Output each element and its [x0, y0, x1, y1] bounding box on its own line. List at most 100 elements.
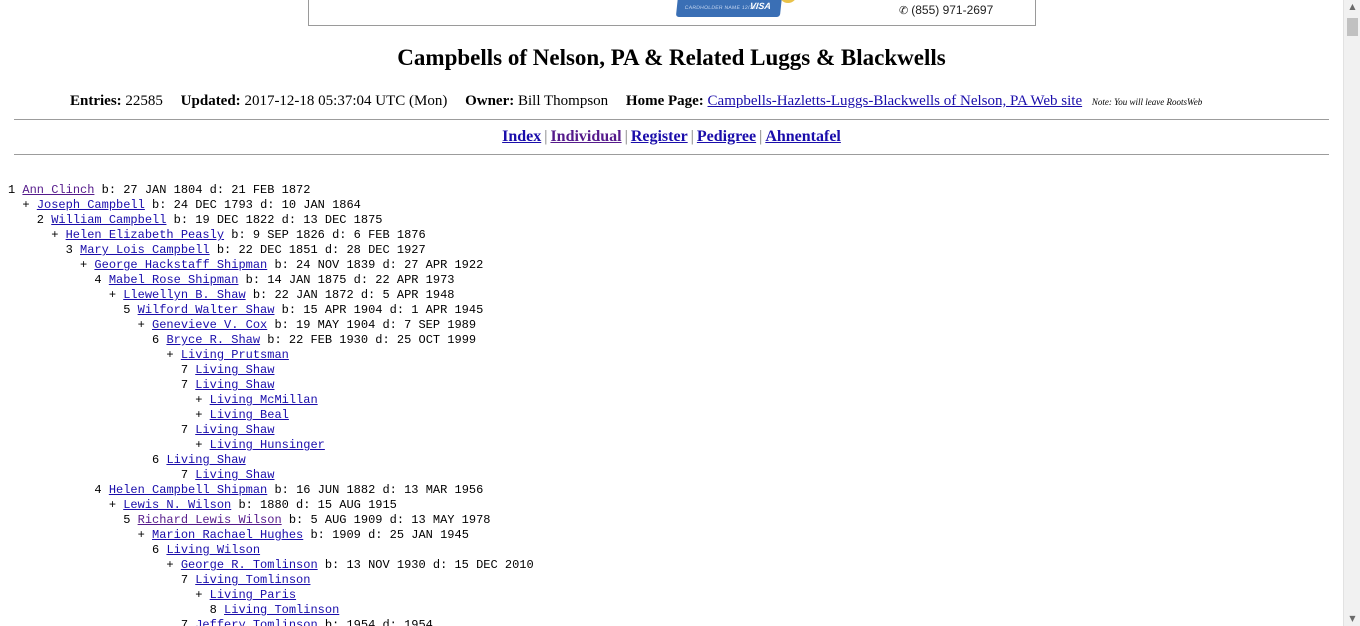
person-link[interactable]: Living Wilson: [166, 543, 260, 557]
nav-separator: |: [624, 128, 628, 145]
generation-marker: +: [8, 228, 66, 242]
scroll-down-arrow-icon[interactable]: ▼: [1344, 612, 1360, 626]
generation-marker: +: [8, 393, 210, 407]
person-link[interactable]: Bryce R. Shaw: [166, 333, 260, 347]
tree-row: 8 Living Tomlinson: [8, 603, 534, 618]
updated-value: 2017-12-18 05:37:04 UTC (Mon): [244, 93, 448, 109]
generation-marker: +: [8, 288, 124, 302]
homepage-link[interactable]: Campbells-Hazletts-Luggs-Blackwells of N…: [708, 93, 1083, 109]
person-link[interactable]: George R. Tomlinson: [181, 558, 318, 572]
tree-row: 1 Ann Clinch b: 27 JAN 1804 d: 21 FEB 18…: [8, 183, 534, 198]
generation-marker: 7: [8, 423, 196, 437]
person-link[interactable]: Living Shaw: [195, 423, 274, 437]
phone-text: (855) 971-2697: [911, 3, 994, 17]
tree-row: + Lewis N. Wilson b: 1880 d: 15 AUG 1915: [8, 498, 534, 513]
person-link[interactable]: Living Tomlinson: [224, 603, 339, 617]
page-viewport: CARDHOLDER NAME 12/23 VISA ✆ (855) 971-26…: [0, 0, 1343, 626]
person-link[interactable]: Helen Campbell Shipman: [109, 483, 267, 497]
person-link[interactable]: Helen Elizabeth Peasly: [66, 228, 224, 242]
tree-row: + George R. Tomlinson b: 13 NOV 1930 d: …: [8, 558, 533, 573]
divider-top: [14, 119, 1329, 120]
tree-row: 7 Living Shaw: [8, 363, 534, 378]
card-text: CARDHOLDER NAME 12/23: [684, 5, 757, 11]
person-link[interactable]: Living Shaw: [166, 453, 245, 467]
person-link[interactable]: Marion Rachael Hughes: [152, 528, 303, 542]
person-link[interactable]: Living Tomlinson: [195, 573, 310, 587]
generation-marker: 2: [8, 213, 52, 227]
life-dates: b: 22 JAN 1872 d: 5 APR 1948: [245, 288, 455, 302]
life-dates: b: 1880 d: 15 AUG 1915: [231, 498, 397, 512]
person-link[interactable]: William Campbell: [51, 213, 166, 227]
ad-banner[interactable]: CARDHOLDER NAME 12/23 VISA ✆ (855) 971-26…: [308, 0, 1036, 26]
person-link[interactable]: Living Prutsman: [181, 348, 289, 362]
tree-row: + Marion Rachael Hughes b: 1909 d: 25 JA…: [8, 528, 534, 543]
generation-marker: +: [8, 258, 95, 272]
generation-marker: +: [8, 438, 210, 452]
person-link[interactable]: Lewis N. Wilson: [123, 498, 231, 512]
tree-row: + Living Paris: [8, 588, 534, 603]
tree-row: + Genevieve V. Cox b: 19 MAY 1904 d: 7 S…: [8, 318, 534, 333]
person-link[interactable]: George Hackstaff Shipman: [94, 258, 267, 272]
person-link[interactable]: Living McMillan: [210, 393, 318, 407]
generation-marker: +: [8, 348, 181, 362]
person-link[interactable]: Genevieve V. Cox: [152, 318, 267, 332]
life-dates: b: 1954 d: 1954: [317, 618, 433, 626]
entries-value: 22585: [125, 93, 163, 109]
tree-row: 6 Living Shaw: [8, 453, 534, 468]
person-link[interactable]: Living Shaw: [195, 378, 274, 392]
tree-row: 4 Mabel Rose Shipman b: 14 JAN 1875 d: 2…: [8, 273, 534, 288]
credit-card-image: CARDHOLDER NAME 12/23 VISA: [675, 0, 783, 17]
tree-row: 7 Living Shaw: [8, 423, 534, 438]
person-link[interactable]: Llewellyn B. Shaw: [123, 288, 245, 302]
report-nav: Index | Individual | Register | Pedigree | Ahnen…: [0, 128, 1343, 146]
person-link[interactable]: Ann Clinch: [22, 183, 94, 197]
tree-row: + Living Hunsinger: [8, 438, 534, 453]
person-link[interactable]: Living Shaw: [195, 468, 274, 482]
vertical-scrollbar[interactable]: ▲ ▼: [1343, 0, 1360, 626]
person-link[interactable]: Living Hunsinger: [210, 438, 325, 452]
life-dates: b: 5 AUG 1909 d: 13 MAY 1978: [281, 513, 491, 527]
person-link[interactable]: Richard Lewis Wilson: [138, 513, 282, 527]
person-link[interactable]: Living Beal: [210, 408, 289, 422]
person-link[interactable]: Mabel Rose Shipman: [109, 273, 239, 287]
entries-label: Entries:: [70, 93, 122, 109]
generation-marker: 6: [8, 333, 167, 347]
nav-individual-link[interactable]: Individual: [550, 128, 621, 145]
generation-marker: +: [8, 408, 210, 422]
generation-marker: +: [8, 318, 153, 332]
scroll-up-arrow-icon[interactable]: ▲: [1344, 0, 1360, 14]
generation-marker: +: [8, 528, 153, 542]
tree-row: 2 William Campbell b: 19 DEC 1822 d: 13 …: [8, 213, 534, 228]
nav-register-link[interactable]: Register: [631, 128, 688, 145]
ad-phone-number[interactable]: ✆ (855) 971-2697: [899, 3, 993, 17]
phone-icon: ✆: [899, 5, 909, 17]
nav-index-link[interactable]: Index: [502, 128, 541, 145]
life-dates: b: 1909 d: 25 JAN 1945: [303, 528, 469, 542]
tree-row: 7 Living Shaw: [8, 468, 534, 483]
tree-row: 7 Living Tomlinson: [8, 573, 534, 588]
life-dates: b: 24 DEC 1793 d: 10 JAN 1864: [144, 198, 361, 212]
person-link[interactable]: Mary Lois Campbell: [80, 243, 210, 257]
person-link[interactable]: Jeffery Tomlinson: [195, 618, 317, 626]
tree-row: 5 Wilford Walter Shaw b: 15 APR 1904 d: …: [8, 303, 534, 318]
divider-bottom: [14, 154, 1329, 155]
owner-value: Bill Thompson: [518, 93, 609, 109]
person-link[interactable]: Joseph Campbell: [37, 198, 145, 212]
coin-graphic: [779, 0, 797, 3]
person-link[interactable]: Wilford Walter Shaw: [138, 303, 275, 317]
life-dates: b: 15 APR 1904 d: 1 APR 1945: [274, 303, 484, 317]
person-link[interactable]: Living Paris: [210, 588, 296, 602]
tree-row: + Llewellyn B. Shaw b: 22 JAN 1872 d: 5 …: [8, 288, 534, 303]
generation-marker: +: [8, 498, 124, 512]
generation-marker: 7: [8, 618, 196, 626]
generation-marker: +: [8, 198, 37, 212]
person-link[interactable]: Living Shaw: [195, 363, 274, 377]
nav-pedigree-link[interactable]: Pedigree: [697, 128, 756, 145]
scroll-thumb[interactable]: [1347, 18, 1358, 36]
generation-marker: 5: [8, 513, 138, 527]
tree-row: + Living Beal: [8, 408, 534, 423]
tree-row: 4 Helen Campbell Shipman b: 16 JUN 1882 …: [8, 483, 534, 498]
nav-ahnentafel-link[interactable]: Ahnentafel: [765, 128, 841, 145]
life-dates: b: 19 DEC 1822 d: 13 DEC 1875: [166, 213, 383, 227]
descendant-tree: 1 Ann Clinch b: 27 JAN 1804 d: 21 FEB 18…: [8, 183, 534, 626]
